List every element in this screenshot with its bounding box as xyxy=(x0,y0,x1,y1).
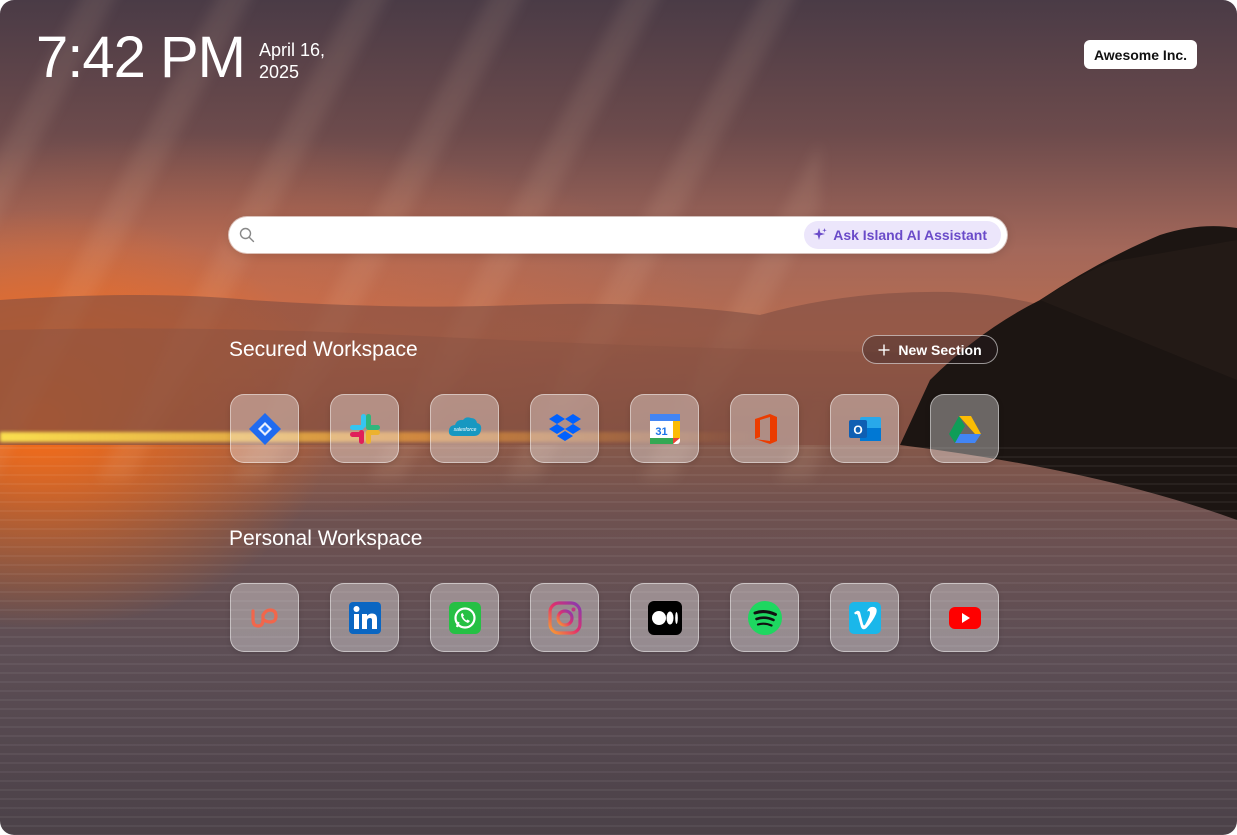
upwork-icon xyxy=(250,607,278,628)
svg-text:O: O xyxy=(853,423,862,437)
google-drive-icon xyxy=(948,415,981,443)
svg-text:salesforce: salesforce xyxy=(453,427,476,433)
app-tile-slack[interactable] xyxy=(330,394,399,463)
new-tab-page: 7:42 PM April 16, 2025 Awesome Inc. Ask … xyxy=(0,0,1237,835)
app-tile-jira[interactable] xyxy=(230,394,299,463)
ask-ai-assistant-label: Ask Island AI Assistant xyxy=(833,227,987,243)
app-tile-youtube[interactable] xyxy=(930,583,999,652)
search-input[interactable] xyxy=(263,223,827,249)
app-tile-office[interactable] xyxy=(730,394,799,463)
app-tile-vimeo[interactable] xyxy=(830,583,899,652)
youtube-icon xyxy=(948,606,981,629)
slack-icon xyxy=(349,413,380,444)
search-bar[interactable]: Ask Island AI Assistant xyxy=(229,217,1007,253)
instagram-icon xyxy=(547,600,582,635)
secured-apps-row: salesforce 31 O xyxy=(230,394,999,463)
app-tile-outlook[interactable]: O xyxy=(830,394,899,463)
app-tile-spotify[interactable] xyxy=(730,583,799,652)
calendar-day: 31 xyxy=(655,426,667,438)
new-section-label: New Section xyxy=(898,341,982,358)
organization-badge[interactable]: Awesome Inc. xyxy=(1084,40,1197,69)
app-tile-whatsapp[interactable] xyxy=(430,583,499,652)
app-tile-instagram[interactable] xyxy=(530,583,599,652)
new-section-button[interactable]: New Section xyxy=(862,335,998,364)
salesforce-icon: salesforce xyxy=(448,416,481,436)
clock-date: April 16, 2025 xyxy=(259,39,325,83)
app-tile-google-drive[interactable] xyxy=(930,394,999,463)
date-line-2: 2025 xyxy=(259,62,300,82)
dropbox-icon xyxy=(548,413,581,441)
app-tile-linkedin[interactable] xyxy=(330,583,399,652)
search-icon xyxy=(239,227,255,243)
ask-ai-assistant-button[interactable]: Ask Island AI Assistant xyxy=(804,221,1001,249)
sparkle-icon xyxy=(813,228,828,240)
jira-icon xyxy=(248,412,281,445)
plus-icon xyxy=(878,344,890,355)
app-tile-salesforce[interactable]: salesforce xyxy=(430,394,499,463)
secured-workspace-title: Secured Workspace xyxy=(229,338,418,361)
linkedin-icon xyxy=(348,601,381,634)
personal-apps-row xyxy=(230,583,999,652)
app-tile-upwork[interactable] xyxy=(230,583,299,652)
google-calendar-icon: 31 xyxy=(649,413,680,444)
medium-icon xyxy=(647,600,682,635)
whatsapp-icon xyxy=(448,601,481,634)
outlook-icon: O xyxy=(848,416,881,441)
app-tile-dropbox[interactable] xyxy=(530,394,599,463)
spotify-icon xyxy=(747,600,782,635)
personal-workspace-title: Personal Workspace xyxy=(229,527,423,550)
office-icon xyxy=(754,413,777,444)
app-tile-google-calendar[interactable]: 31 xyxy=(630,394,699,463)
vimeo-icon xyxy=(848,601,881,634)
date-line-1: April 16, xyxy=(259,40,326,60)
clock-time: 7:42 PM xyxy=(36,25,246,90)
app-tile-medium[interactable] xyxy=(630,583,699,652)
